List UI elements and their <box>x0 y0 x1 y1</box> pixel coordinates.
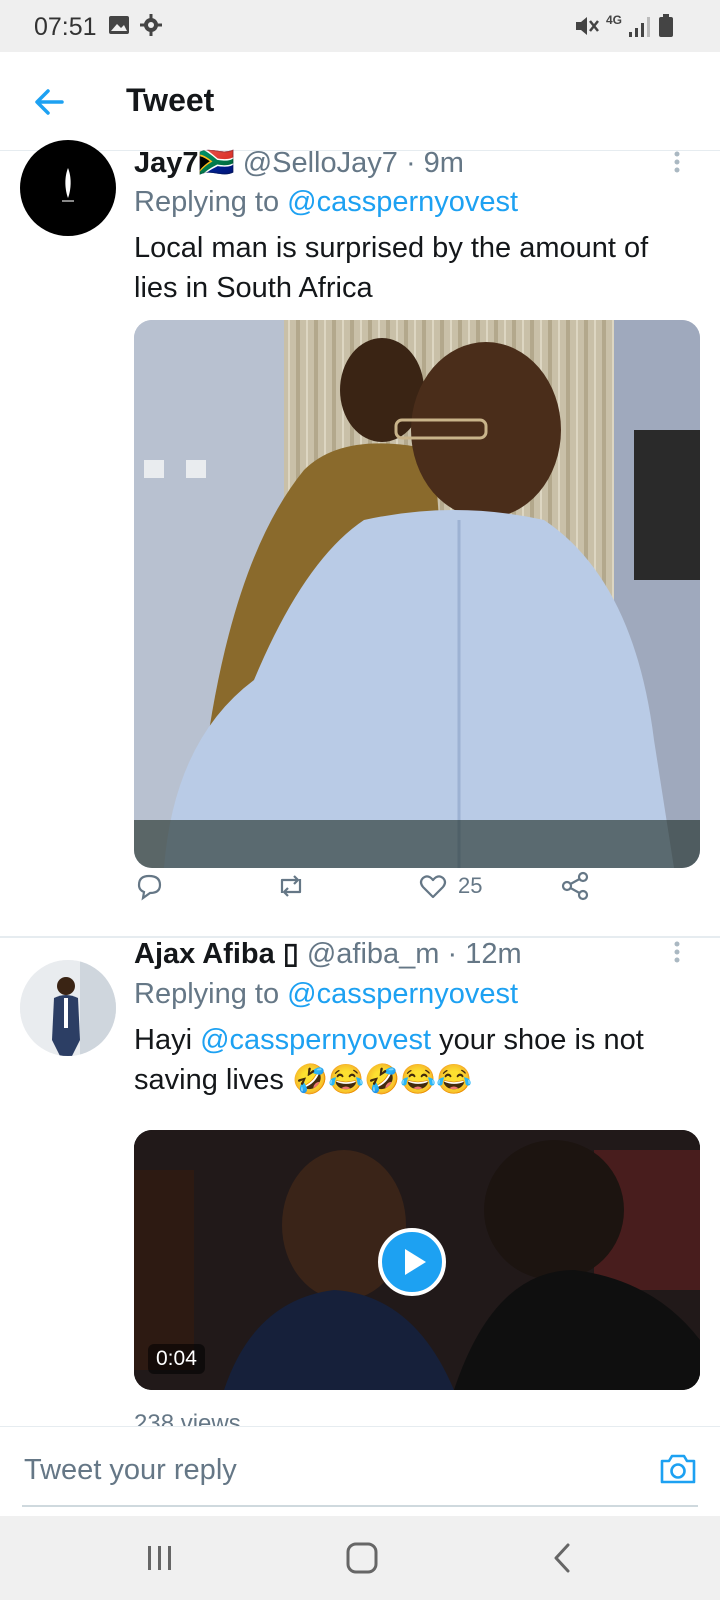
recent-apps-icon[interactable] <box>146 1540 174 1576</box>
tweet-video[interactable]: 0:04 <box>134 1130 700 1390</box>
avatar[interactable] <box>20 960 116 1056</box>
reply-underline <box>22 1505 698 1507</box>
like-button[interactable]: 25 <box>418 868 482 904</box>
system-navigation-bar <box>0 1516 720 1600</box>
replying-mention-link[interactable]: @casspernyovest <box>287 186 518 218</box>
play-button-icon[interactable] <box>378 1228 446 1296</box>
author-handle[interactable]: @afiba_m <box>307 940 440 970</box>
tweet-time: · 9m <box>405 147 464 179</box>
like-count: 25 <box>458 873 483 898</box>
top-app-bar: Tweet <box>0 52 720 151</box>
tweet-text-prefix: Hayi <box>134 1024 201 1056</box>
author-name[interactable]: Ajax Afiba <box>134 940 275 970</box>
back-arrow-icon[interactable] <box>30 82 70 122</box>
tweet-item[interactable]: Jay7🇿🇦 @SelloJay7 · 9m Replying to @cass… <box>0 140 720 918</box>
tweet-text: Local man is surprised by the amount of … <box>134 232 649 304</box>
view-count: 238 views <box>134 1410 241 1426</box>
replying-label: Replying to <box>134 978 280 1010</box>
tweet-time: · 12m <box>447 940 522 970</box>
home-icon[interactable] <box>344 1540 380 1576</box>
tweet-item[interactable]: Ajax Afiba ▯ @afiba_m · 12m Replying to … <box>0 940 720 1426</box>
status-time: 07:51 <box>34 13 97 41</box>
heart-icon <box>419 875 447 899</box>
replying-mention-link[interactable]: @casspernyovest <box>287 978 518 1010</box>
retweet-button[interactable] <box>274 868 308 904</box>
signal-icon <box>629 17 650 37</box>
tweet-mention-link[interactable]: @casspernyovest <box>200 1024 431 1056</box>
mute-icon <box>576 17 599 35</box>
image-icon <box>109 16 129 34</box>
replying-label: Replying to <box>134 186 280 218</box>
reply-input[interactable] <box>22 1447 586 1493</box>
tweet-author-line: Jay7🇿🇦 @SelloJay7 · 9m <box>134 146 464 180</box>
replying-to-line: Replying to @casspernyovest <box>134 186 518 219</box>
author-name[interactable]: Jay7🇿🇦 <box>134 147 235 179</box>
tweet-photo[interactable] <box>134 320 700 868</box>
retweet-icon <box>280 875 302 897</box>
page-title: Tweet <box>126 82 215 118</box>
tweet-actions: 25 <box>134 868 694 908</box>
network-type: 4G <box>606 13 623 27</box>
camera-icon[interactable] <box>658 1449 698 1489</box>
more-options-icon[interactable] <box>672 150 682 180</box>
back-nav-icon[interactable] <box>548 1540 576 1576</box>
replying-to-line: Replying to @casspernyovest <box>134 978 518 1011</box>
more-options-icon[interactable] <box>672 940 682 970</box>
video-duration: 0:04 <box>148 1344 205 1374</box>
author-handle[interactable]: @SelloJay7 <box>243 147 398 179</box>
battery-icon <box>659 14 673 37</box>
tweet-author-line: Ajax Afiba ▯ @afiba_m · 12m <box>134 940 522 971</box>
settings-icon <box>140 14 162 36</box>
reply-icon <box>137 874 162 901</box>
reply-button[interactable] <box>134 868 164 904</box>
avatar[interactable] <box>20 140 116 236</box>
reply-composer <box>0 1426 720 1517</box>
tweet-text: Hayi @casspernyovest your shoe is not sa… <box>134 1020 694 1100</box>
share-icon <box>561 871 589 901</box>
share-button[interactable] <box>560 868 590 904</box>
tweet-divider <box>0 936 720 938</box>
author-name-symbol: ▯ <box>282 940 299 970</box>
status-bar: 07:51 4G <box>0 0 720 52</box>
